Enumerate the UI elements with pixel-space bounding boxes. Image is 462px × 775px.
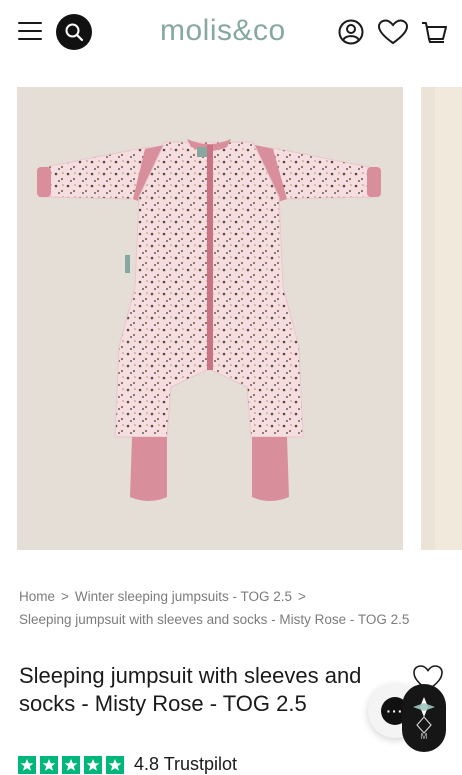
star-icon: [106, 755, 124, 774]
product-image[interactable]: [17, 87, 403, 550]
sleeping-jumpsuit-illustration: [37, 139, 381, 501]
star-icon: [18, 755, 36, 774]
brand-badge-icon[interactable]: M: [402, 684, 446, 752]
next-product-image[interactable]: [421, 87, 462, 550]
site-header: molis&co: [0, 0, 462, 66]
rating-text: 4.8 Trustpilot: [134, 754, 238, 774]
star-icon: [62, 755, 80, 774]
account-icon[interactable]: [337, 18, 365, 46]
product-gallery[interactable]: [0, 87, 462, 550]
product-title: Sleeping jumpsuit with sleeves and socks…: [19, 663, 362, 716]
heart-icon[interactable]: [377, 18, 409, 46]
star-icon: [84, 755, 102, 774]
breadcrumb-separator: >: [61, 589, 69, 604]
svg-text:M: M: [421, 732, 428, 741]
cart-icon[interactable]: [420, 18, 448, 46]
star-icon: [40, 755, 58, 774]
breadcrumb-home[interactable]: Home: [19, 589, 55, 604]
breadcrumb-category[interactable]: Winter sleeping jumpsuits - TOG 2.5: [75, 589, 292, 604]
search-button[interactable]: [56, 14, 92, 50]
breadcrumb: Home > Winter sleeping jumpsuits - TOG 2.5…: [19, 585, 449, 631]
breadcrumb-separator: >: [298, 589, 306, 604]
site-logo[interactable]: molis&co: [160, 14, 286, 48]
breadcrumb-current: Sleeping jumpsuit with sleeves and socks…: [19, 612, 410, 627]
menu-icon[interactable]: [18, 20, 44, 42]
search-icon: [65, 23, 84, 42]
trustpilot-rating[interactable]: 4.8 Trustpilot: [18, 754, 237, 775]
